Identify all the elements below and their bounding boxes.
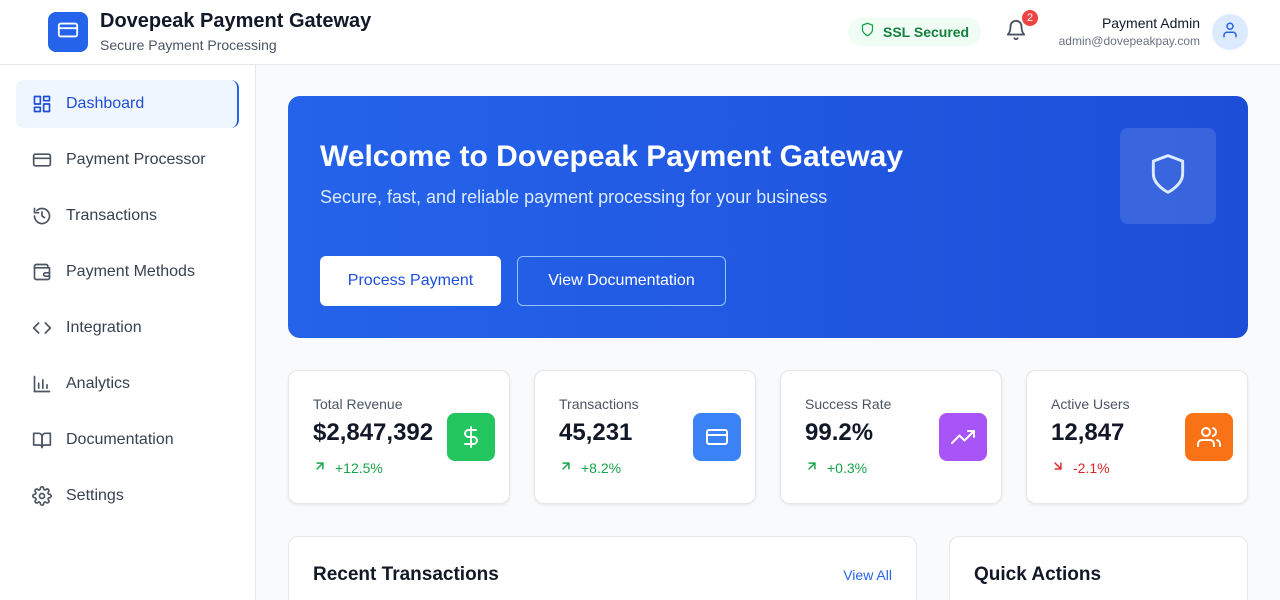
sidebar: Dashboard Payment Processor Transactions…	[0, 65, 256, 600]
stat-card-total-revenue: Total Revenue $2,847,392 +12.5%	[288, 370, 510, 504]
wallet-icon	[32, 262, 52, 282]
arrow-up-right-icon	[313, 459, 327, 476]
logo	[48, 12, 88, 52]
shield-icon	[860, 22, 875, 42]
trending-up-icon	[939, 413, 987, 461]
notification-count-badge: 2	[1022, 10, 1038, 26]
code-icon	[32, 318, 52, 338]
welcome-title: Welcome to Dovepeak Payment Gateway	[320, 140, 904, 173]
quick-actions-panel: Quick Actions	[949, 536, 1248, 600]
recent-transactions-title: Recent Transactions	[313, 564, 499, 585]
sidebar-item-label: Documentation	[66, 431, 174, 448]
users-icon	[1185, 413, 1233, 461]
gear-icon	[32, 486, 52, 506]
welcome-subtitle: Secure, fast, and reliable payment proce…	[320, 187, 828, 207]
view-all-link[interactable]: View All	[843, 567, 892, 583]
stat-card-transactions: Transactions 45,231 +8.2%	[534, 370, 756, 504]
stat-label: Active Users	[1051, 396, 1130, 412]
stat-value: 12,847	[1051, 419, 1125, 446]
stat-change-value: +0.3%	[827, 459, 868, 476]
dashboard-icon	[32, 94, 52, 114]
avatar[interactable]	[1212, 14, 1248, 50]
quick-actions-title: Quick Actions	[974, 564, 1102, 585]
stat-value: 45,231	[559, 419, 633, 446]
book-icon	[32, 430, 52, 450]
shield-icon	[1146, 152, 1190, 201]
stat-change-value: -2.1%	[1073, 459, 1110, 476]
sidebar-item-label: Payment Processor	[66, 151, 206, 168]
stat-change: +8.2%	[559, 459, 621, 476]
sidebar-item-label: Settings	[66, 487, 124, 504]
stat-label: Success Rate	[805, 396, 892, 412]
sidebar-item-label: Payment Methods	[66, 263, 195, 280]
sidebar-item-dashboard[interactable]: Dashboard	[16, 80, 239, 128]
arrow-down-right-icon	[1051, 459, 1065, 476]
stat-value: $2,847,392	[313, 419, 434, 446]
sidebar-item-transactions[interactable]: Transactions	[16, 192, 239, 240]
view-documentation-button[interactable]: View Documentation	[517, 256, 726, 306]
stat-change: +0.3%	[805, 459, 867, 476]
sidebar-item-label: Analytics	[66, 375, 131, 392]
sidebar-item-label: Transactions	[66, 207, 157, 224]
stat-change: -2.1%	[1051, 459, 1110, 476]
ssl-status-text: SSL Secured	[883, 24, 970, 40]
sidebar-item-settings[interactable]: Settings	[16, 472, 239, 520]
process-payment-button[interactable]: Process Payment	[320, 256, 501, 306]
history-icon	[32, 206, 52, 226]
hero-shield-badge	[1120, 128, 1216, 224]
stat-change-value: +8.2%	[581, 459, 622, 476]
sidebar-item-payment-methods[interactable]: Payment Methods	[16, 248, 239, 296]
welcome-banner: Welcome to Dovepeak Payment Gateway Secu…	[288, 96, 1248, 338]
sidebar-item-documentation[interactable]: Documentation	[16, 416, 239, 464]
app-subtitle: Secure Payment Processing	[100, 37, 277, 53]
dollar-icon	[447, 413, 495, 461]
stat-change: +12.5%	[313, 459, 383, 476]
credit-card-icon	[32, 150, 52, 170]
stat-card-success-rate: Success Rate 99.2% +0.3%	[780, 370, 1002, 504]
sidebar-item-analytics[interactable]: Analytics	[16, 360, 239, 408]
sidebar-item-label: Integration	[66, 319, 142, 336]
user-email: admin@dovepeakpay.com	[1058, 34, 1200, 48]
user-name: Payment Admin	[1101, 15, 1200, 31]
stat-label: Total Revenue	[313, 396, 403, 412]
bar-chart-icon	[32, 374, 52, 394]
stat-card-active-users: Active Users 12,847 -2.1%	[1026, 370, 1248, 504]
sidebar-item-payment-processor[interactable]: Payment Processor	[16, 136, 239, 184]
arrow-up-right-icon	[805, 459, 819, 476]
user-icon	[1221, 21, 1239, 44]
stat-value: 99.2%	[805, 419, 874, 446]
app-title: Dovepeak Payment Gateway	[100, 10, 372, 32]
sidebar-item-integration[interactable]: Integration	[16, 304, 239, 352]
credit-card-icon	[57, 19, 79, 46]
ssl-status-badge: SSL Secured	[848, 18, 982, 46]
stat-change-value: +12.5%	[335, 459, 383, 476]
credit-card-icon	[693, 413, 741, 461]
sidebar-item-label: Dashboard	[66, 95, 145, 112]
arrow-up-right-icon	[559, 459, 573, 476]
stat-label: Transactions	[559, 396, 639, 412]
recent-transactions-panel: Recent Transactions View All	[288, 536, 917, 600]
top-header: Dovepeak Payment Gateway Secure Payment …	[0, 0, 1280, 65]
